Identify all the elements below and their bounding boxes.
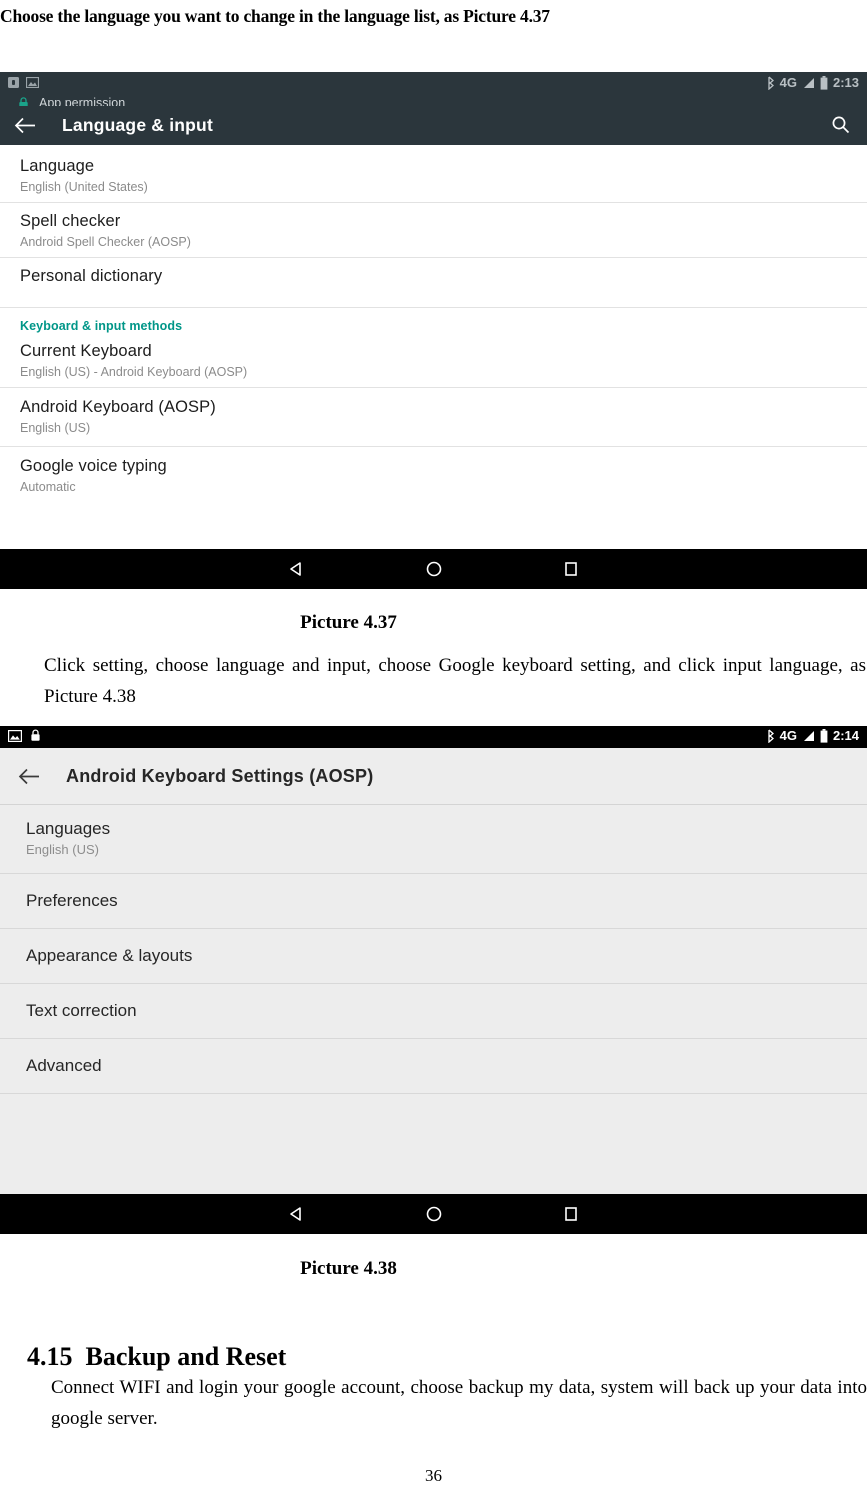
screenshot-language-and-input: 4G 2:13 App permission Language & input …	[0, 72, 867, 589]
home-icon[interactable]	[425, 560, 443, 578]
list-item-subtitle: English (US)	[20, 421, 91, 435]
status-bar-right-icons: 4G 2:13	[766, 75, 859, 90]
list-item-title: Personal dictionary	[20, 267, 163, 285]
section-header-keyboard-input-methods: Keyboard & input methods	[20, 319, 183, 333]
list-item-subtitle: English (US) - Android Keyboard (AOSP)	[20, 365, 248, 379]
list-item[interactable]: Language English (United States)	[0, 148, 867, 203]
status-bar: 4G 2:14	[0, 726, 867, 748]
signal-icon	[802, 730, 815, 742]
screenshot-android-keyboard-settings: 4G 2:14 Android Keyboard Settings (AOSP)…	[0, 726, 867, 1234]
page-number: 36	[425, 1466, 442, 1485]
list-item-subtitle: English (US)	[26, 842, 99, 857]
app-bar: Android Keyboard Settings (AOSP)	[0, 748, 867, 805]
list-item-title: Advanced	[26, 1056, 102, 1075]
list-item-title: Text correction	[26, 1001, 137, 1020]
recents-icon[interactable]	[562, 1205, 580, 1223]
list-item-title: Languages	[26, 819, 111, 838]
list-item-subtitle: English (United States)	[20, 180, 148, 194]
list-item-title: Current Keyboard	[20, 342, 152, 360]
list-item[interactable]: Spell checker Android Spell Checker (AOS…	[0, 203, 867, 258]
battery-icon	[820, 728, 828, 743]
settings-list: Language English (United States) Spell c…	[0, 148, 867, 502]
network-type-label: 4G	[779, 728, 797, 743]
image-icon	[26, 77, 39, 88]
list-item[interactable]: Advanced	[0, 1039, 867, 1094]
network-type-label: 4G	[779, 75, 797, 90]
list-item-title: Spell checker	[20, 212, 121, 230]
battery-icon	[820, 75, 828, 90]
navigation-bar	[0, 1194, 867, 1234]
section-number: 4.15	[27, 1342, 73, 1371]
list-item-subtitle: Android Spell Checker (AOSP)	[20, 235, 191, 249]
home-icon[interactable]	[425, 1205, 443, 1223]
list-item[interactable]: Languages English (US)	[0, 805, 867, 874]
status-bar-right-icons: 4G 2:14	[766, 728, 859, 743]
recents-icon[interactable]	[562, 560, 580, 578]
signal-icon	[802, 77, 815, 89]
list-item[interactable]: Preferences	[0, 874, 867, 929]
page-title: Language & input	[62, 115, 213, 135]
section-title: Backup and Reset	[85, 1342, 287, 1371]
list-item-title: Preferences	[26, 891, 118, 910]
navigation-bar	[0, 549, 867, 589]
paragraph-1: Click setting, choose language and input…	[44, 655, 866, 707]
paragraph-2: Connect WIFI and login your google accou…	[51, 1377, 867, 1429]
list-item-title: Language	[20, 157, 95, 175]
search-icon[interactable]	[831, 115, 850, 134]
clock: 2:13	[832, 75, 859, 90]
status-bar-left-icons	[8, 729, 41, 742]
figure-caption-2: Picture 4.38	[0, 1258, 867, 1280]
list-item[interactable]: Current Keyboard English (US) - Android …	[0, 335, 867, 387]
section-heading: 4.15 Backup and Reset	[14, 1312, 286, 1372]
bluetooth-icon	[766, 729, 775, 743]
back-arrow-icon[interactable]	[14, 117, 36, 134]
lock-icon	[30, 729, 41, 742]
list-item[interactable]: Appearance & layouts	[0, 929, 867, 984]
list-item-title: Appearance & layouts	[26, 946, 193, 965]
figure-caption-1-text: Picture 4.37	[300, 612, 397, 633]
figure-caption-2-text: Picture 4.38	[300, 1258, 397, 1279]
intro-line: Choose the language you want to change i…	[0, 6, 550, 26]
list-item-title: Google voice typing	[20, 457, 167, 475]
clock: 2:14	[832, 728, 859, 743]
list-item[interactable]: Google voice typing Automatic	[0, 446, 867, 502]
list-item-subtitle: Automatic	[20, 480, 76, 494]
status-bar-left-icons	[8, 77, 39, 88]
list-item-title: Android Keyboard (AOSP)	[20, 398, 216, 416]
back-icon[interactable]	[287, 560, 305, 578]
list-item[interactable]: Personal dictionary	[0, 258, 867, 308]
page-title: Android Keyboard Settings (AOSP)	[66, 765, 374, 786]
sim-card-icon	[8, 77, 19, 88]
image-icon	[8, 729, 22, 742]
figure-caption-1: Picture 4.37	[0, 612, 867, 634]
list-item[interactable]: Android Keyboard (AOSP) English (US)	[0, 387, 867, 446]
back-icon[interactable]	[287, 1205, 305, 1223]
bluetooth-icon	[766, 76, 775, 90]
back-arrow-icon[interactable]	[18, 768, 40, 785]
list-item[interactable]: Text correction	[0, 984, 867, 1039]
settings-list: Languages English (US) Preferences Appea…	[0, 805, 867, 1094]
app-bar: Language & input	[0, 106, 867, 145]
